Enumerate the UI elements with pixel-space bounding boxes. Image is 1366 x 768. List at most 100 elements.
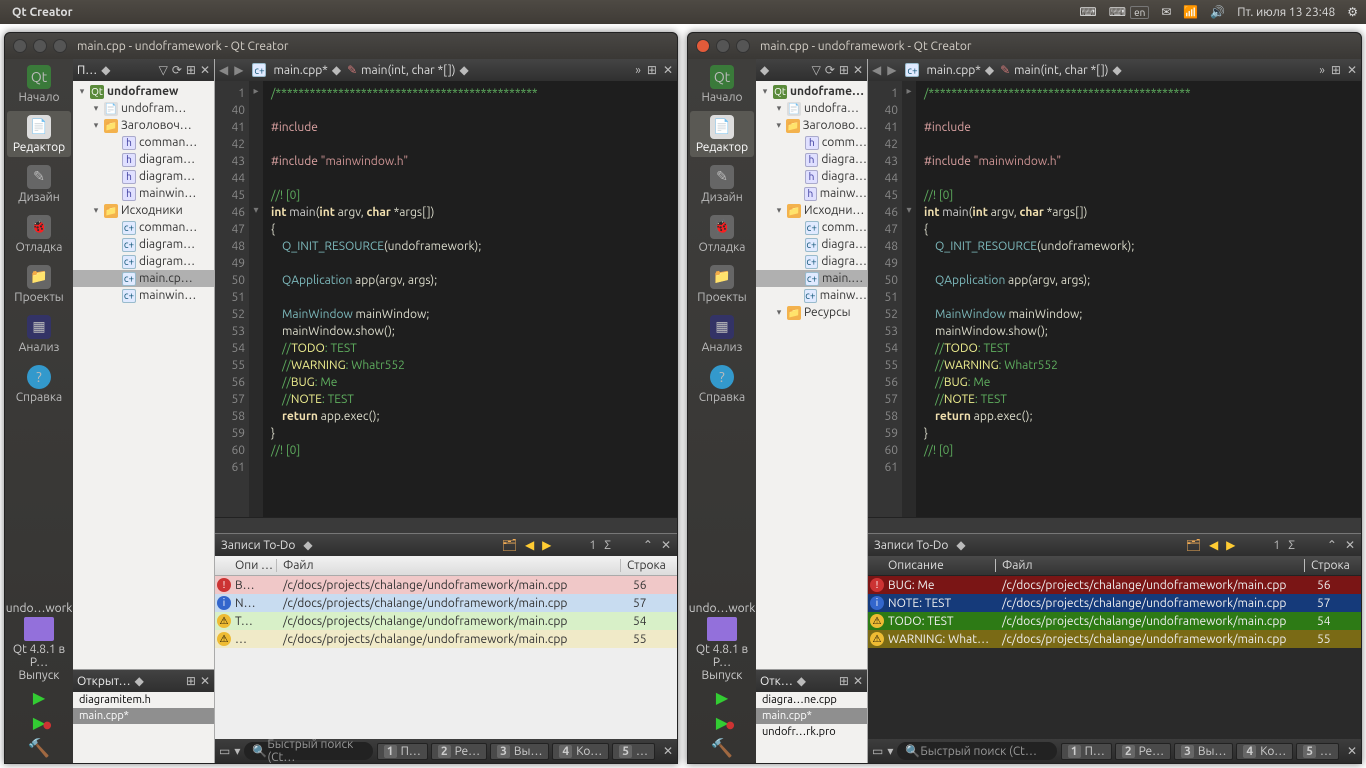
open-doc-item[interactable]: main.cpp* [756, 708, 867, 724]
split-icon[interactable]: ⊞ [186, 674, 196, 688]
minimize-pane-icon[interactable]: ⌃ [1327, 538, 1337, 552]
tree-item[interactable]: ▾📄undofram… [73, 100, 214, 117]
output-tab[interactable]: 4 Ко… [1236, 743, 1293, 760]
split-icon[interactable]: ⊞ [839, 674, 849, 688]
editor-h-scrollbar[interactable] [215, 517, 677, 533]
filter-icon[interactable]: ▽ [159, 63, 168, 77]
output-tab[interactable]: 1 П… [377, 743, 428, 760]
symbol-selector[interactable]: ✎main(int, char *[])◆ [1000, 63, 1122, 77]
output-tab[interactable]: 2 Ре… [1115, 743, 1171, 760]
sigma-icon[interactable]: Σ [1288, 539, 1295, 552]
todo-row[interactable]: !B…/c/docs/projects/chalange/undoframewo… [215, 576, 677, 594]
next-item-icon[interactable]: ▶ [542, 538, 551, 552]
nav-fwd-icon[interactable]: ▶ [234, 63, 243, 77]
split-editor-icon[interactable]: ⊞ [1331, 63, 1341, 77]
debug-run-button[interactable]: ▶● [33, 713, 45, 732]
tree-item[interactable]: c+diagra… [756, 253, 867, 270]
output-tab[interactable]: 3 Вы… [1174, 743, 1233, 760]
close-icon[interactable] [696, 39, 710, 53]
tree-item[interactable]: hdiagra… [756, 168, 867, 185]
line-col-icon[interactable]: » [1319, 64, 1325, 77]
col-description[interactable]: Опи … [215, 559, 277, 572]
maximize-icon[interactable] [736, 39, 750, 53]
prev-item-icon[interactable]: ◀ [1209, 538, 1218, 552]
output-tab[interactable]: 3 Вы… [490, 743, 549, 760]
mode-edit[interactable]: 📄Редактор [690, 111, 754, 157]
minimize-icon[interactable] [716, 39, 730, 53]
mail-icon[interactable]: ✉ [1161, 5, 1171, 19]
tree-item[interactable]: c+mainwin… [73, 287, 214, 304]
mode-projects[interactable]: 📁Проекты [690, 261, 754, 307]
output-tab[interactable]: 4 Ко… [552, 743, 609, 760]
tree-item[interactable]: hcomman… [73, 134, 214, 151]
nav-fwd-icon[interactable]: ▶ [887, 63, 896, 77]
toggle-sidebar-icon[interactable]: ▭ [219, 744, 230, 758]
minimize-icon[interactable] [33, 39, 47, 53]
col-file[interactable]: Файл [277, 559, 621, 572]
open-doc-item[interactable]: diagramitem.h [73, 692, 214, 708]
todo-row[interactable]: ⚠WARNING: What…/c/docs/projects/chalange… [868, 630, 1361, 648]
project-pane-header[interactable]: П…◆ ▽ ⟳ ⊞ ✕ [73, 59, 214, 81]
filter-icon[interactable]: ▽ [812, 63, 821, 77]
tree-item[interactable]: hdiagra… [756, 151, 867, 168]
split-editor-icon[interactable]: ⊞ [647, 63, 657, 77]
col-file[interactable]: Файл [996, 559, 1305, 572]
close-pane-icon[interactable]: ✕ [853, 63, 863, 77]
tree-item[interactable]: ▾📁Исходники [73, 202, 214, 219]
target-selector[interactable]: undo…work Qt 4.8.1 в P… Выпуск [5, 602, 73, 682]
close-pane-icon[interactable]: ✕ [1345, 538, 1355, 552]
todo-row[interactable]: ⚠TODO: TEST/c/docs/projects/chalange/und… [868, 612, 1361, 630]
tree-item[interactable]: c+diagra… [756, 236, 867, 253]
close-output-icon[interactable]: ✕ [663, 744, 673, 758]
output-tab[interactable]: 5 … [612, 743, 655, 760]
nav-back-icon[interactable]: ◀ [872, 63, 881, 77]
tree-item[interactable]: hdiagram… [73, 168, 214, 185]
code-editor[interactable]: 1404142434445464748495051525354555657585… [215, 81, 677, 517]
titlebar[interactable]: main.cpp - undoframework - Qt Creator [5, 33, 677, 59]
close-pane-icon[interactable]: ✕ [200, 63, 210, 77]
mode-analyze[interactable]: ▦Анализ [690, 311, 754, 357]
code-editor[interactable]: 1404142434445464748495051525354555657585… [868, 81, 1361, 517]
mode-debug[interactable]: 🐞Отладка [7, 211, 71, 257]
tree-item[interactable]: ▾📁Заголовоч… [73, 117, 214, 134]
tree-item[interactable]: hmainwin… [73, 185, 214, 202]
mode-edit[interactable]: 📄Редактор [7, 111, 71, 157]
project-tree[interactable]: ▾Qtundoframe…▾📄undofra…▾📁Заголово…hcomm…… [756, 81, 867, 669]
todo-row[interactable]: ⚠…/c/docs/projects/chalange/undoframewor… [215, 630, 677, 648]
close-pane-icon[interactable]: ✕ [661, 538, 671, 552]
project-tree[interactable]: ▾Qtundoframew▾📄undofram…▾📁Заголовоч…hcom… [73, 81, 214, 669]
open-doc-item[interactable]: undofr…rk.pro [756, 724, 867, 740]
split-icon[interactable]: ⊞ [839, 63, 849, 77]
close-editor-icon[interactable]: ✕ [1347, 63, 1357, 77]
mode-projects[interactable]: 📁Проекты [7, 261, 71, 307]
sound-icon[interactable]: 🔊 [1210, 5, 1225, 19]
run-button[interactable]: ▶ [33, 688, 45, 707]
mode-debug[interactable]: 🐞Отладка [690, 211, 754, 257]
mode-design[interactable]: ✎Дизайн [690, 161, 754, 207]
run-button[interactable]: ▶ [716, 688, 728, 707]
tree-item[interactable]: c+main.cp… [73, 270, 214, 287]
todo-row[interactable]: iNOTE: TEST/c/docs/projects/chalange/und… [868, 594, 1361, 612]
locator-search[interactable]: 🔍 Быстрый поиск (Ct… [244, 742, 372, 760]
target-selector[interactable]: undo…work Qt 4.8.1 в P… Выпуск [688, 602, 756, 682]
tree-item[interactable]: c+main.… [756, 270, 867, 287]
output-tab[interactable]: 2 Ре… [431, 743, 487, 760]
build-hammer-icon[interactable]: 🔨 [711, 738, 733, 759]
tree-item[interactable]: ▾📁Исходни… [756, 202, 867, 219]
app-menu-title[interactable]: Qt Creator [12, 6, 73, 19]
tree-item[interactable]: ▾📄undofra… [756, 100, 867, 117]
titlebar[interactable]: main.cpp - undoframework - Qt Creator [688, 33, 1361, 59]
close-pane-icon[interactable]: ✕ [200, 674, 210, 688]
editor-h-scrollbar[interactable] [868, 517, 1361, 533]
nav-back-icon[interactable]: ◀ [219, 63, 228, 77]
symbol-selector[interactable]: ✎main(int, char *[])◆ [347, 63, 469, 77]
todo-row[interactable]: !BUG: Me/c/docs/projects/chalange/undofr… [868, 576, 1361, 594]
open-doc-item[interactable]: main.cpp* [73, 708, 214, 724]
mode-help[interactable]: ?Справка [7, 361, 71, 407]
prev-item-icon[interactable]: ◀ [525, 538, 534, 552]
file-selector[interactable]: c+main.cpp*◆ [902, 63, 994, 77]
col-description[interactable]: Описание [868, 559, 996, 572]
close-editor-icon[interactable]: ✕ [663, 63, 673, 77]
tray-icon[interactable]: ⌨ [1079, 5, 1096, 19]
open-docs-header[interactable]: Отк…◆ ⊞ ✕ [756, 670, 867, 692]
